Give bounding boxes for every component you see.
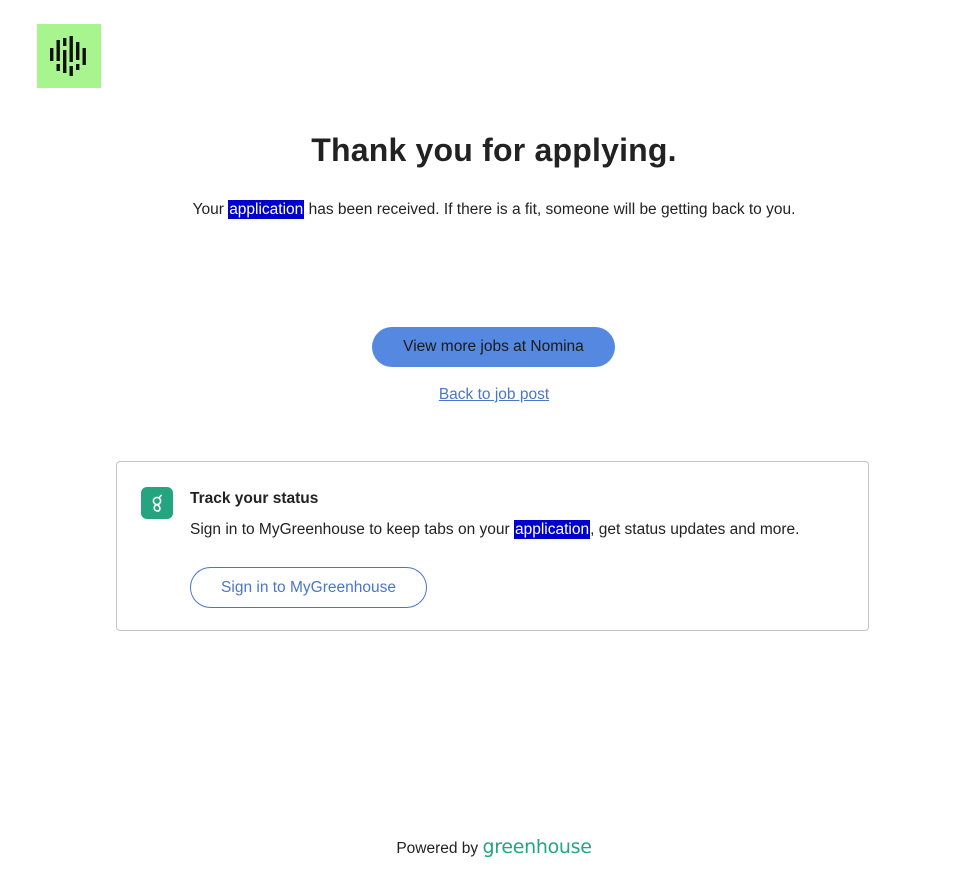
back-to-job-post-link[interactable]: Back to job post (439, 386, 549, 403)
company-logo[interactable] (37, 24, 101, 88)
footer: Powered by greenhouse (0, 836, 972, 858)
received-text-before: Your (192, 201, 229, 218)
track-status-text: Sign in to MyGreenhouse to keep tabs on … (190, 520, 800, 539)
received-text-after: has been received. If there is a fit, so… (304, 201, 796, 218)
received-message: Your application has been received. If t… (0, 200, 972, 219)
back-link-container: Back to job post (0, 386, 972, 404)
powered-by-label: Powered by (396, 840, 479, 857)
track-status-title: Track your status (190, 490, 319, 507)
track-status-card: Track your status Sign in to MyGreenhous… (116, 461, 869, 631)
track-text-after: , get status updates and more. (590, 521, 800, 538)
view-more-jobs-button[interactable]: View more jobs at Nomina (372, 327, 615, 367)
sound-wave-bars-icon (50, 36, 86, 76)
track-text-highlighted: application (513, 520, 591, 539)
greenhouse-logo[interactable]: greenhouse (482, 836, 591, 858)
confirmation-page: Thank you for applying. Your application… (0, 0, 972, 885)
sign-in-mygreenhouse-button[interactable]: Sign in to MyGreenhouse (190, 567, 427, 608)
received-text-highlighted: application (228, 200, 305, 219)
track-text-before: Sign in to MyGreenhouse to keep tabs on … (190, 521, 514, 538)
page-title: Thank you for applying. (311, 132, 677, 168)
greenhouse-g-icon (141, 487, 173, 519)
